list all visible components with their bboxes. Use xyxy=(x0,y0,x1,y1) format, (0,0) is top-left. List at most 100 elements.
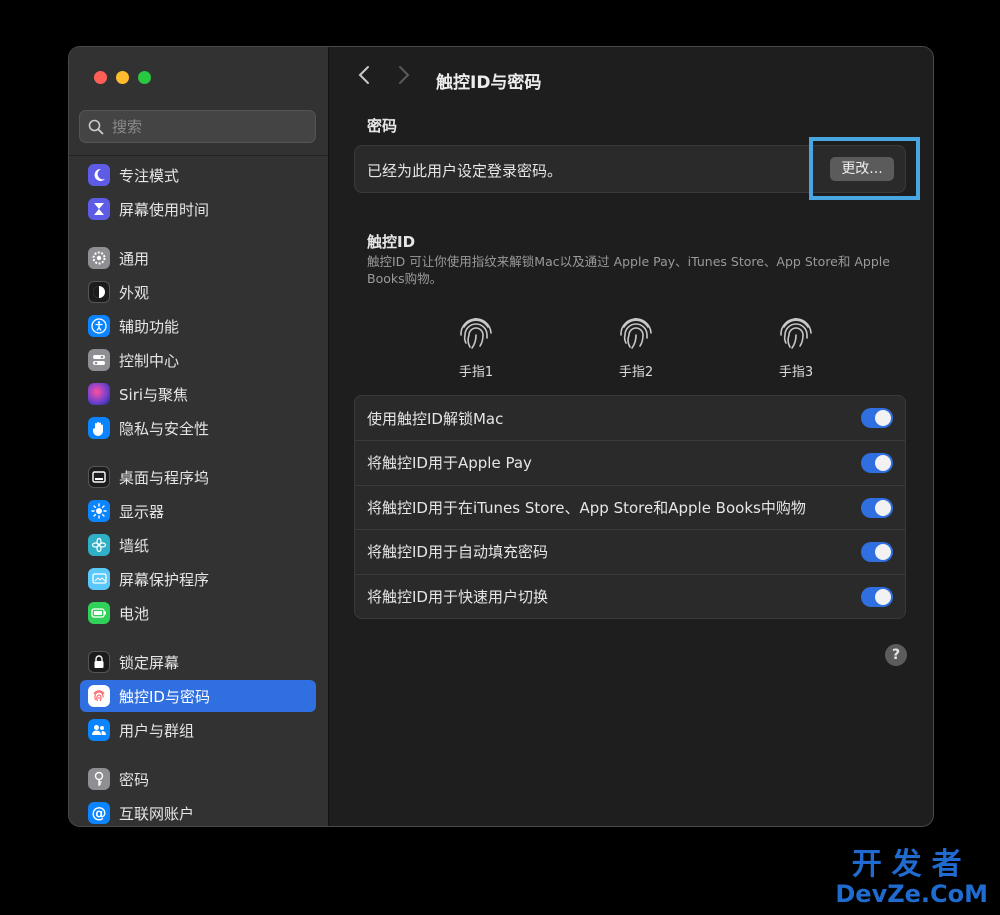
dock-icon xyxy=(88,466,110,488)
touchid-heading: 触控ID xyxy=(367,233,416,251)
annotation-highlight xyxy=(809,137,920,200)
sidebar-item-appearance[interactable]: 外观 xyxy=(80,276,316,308)
sidebar-item-desktop-dock[interactable]: 桌面与程序坞 xyxy=(80,461,316,493)
sidebar-item-label: 屏幕使用时间 xyxy=(119,200,210,219)
window-controls xyxy=(94,71,151,84)
sidebar-divider xyxy=(69,155,328,156)
toggle-row-store-purchases: 将触控ID用于在iTunes Store、App Store和Apple Boo… xyxy=(355,485,905,529)
siri-icon xyxy=(88,383,110,405)
sidebar-item-passwords[interactable]: 密码 xyxy=(80,763,316,795)
battery-icon xyxy=(88,602,110,624)
sidebar-item-label: 外观 xyxy=(119,283,150,302)
help-button[interactable]: ? xyxy=(885,644,907,666)
sidebar-item-screensaver[interactable]: 屏幕保护程序 xyxy=(80,563,316,595)
sidebar-item-label: 墙纸 xyxy=(119,536,150,555)
sidebar-item-label: 电池 xyxy=(119,604,150,623)
watermark-line1: 开发者 xyxy=(851,847,972,882)
search-box[interactable] xyxy=(79,110,316,143)
finger-1[interactable]: 手指1 xyxy=(436,313,516,380)
minimize-button[interactable] xyxy=(116,71,129,84)
screensaver-icon xyxy=(88,568,110,590)
sidebar: 专注模式 屏幕使用时间 通用 外观 辅助功能 控制中心 xyxy=(69,47,329,826)
forward-button[interactable] xyxy=(392,65,416,93)
toolbar: 触控ID与密码 xyxy=(329,65,933,95)
flower-icon xyxy=(88,534,110,556)
toggle-label: 将触控ID用于快速用户切换 xyxy=(367,588,548,606)
touchid-description: 触控ID 可让你使用指纹来解锁Mac以及通过 Apple Pay、iTunes … xyxy=(367,254,890,286)
toggle-row-fast-user-switch: 将触控ID用于快速用户切换 xyxy=(355,574,905,618)
sidebar-item-internet-accounts[interactable]: @ 互联网账户 xyxy=(80,797,316,826)
password-heading: 密码 xyxy=(367,117,398,135)
page-title: 触控ID与密码 xyxy=(436,73,542,93)
gear-icon xyxy=(88,247,110,269)
search-icon xyxy=(88,119,104,134)
at-icon: @ xyxy=(88,802,110,824)
sidebar-item-label: 隐私与安全性 xyxy=(119,419,210,438)
toggle-row-apple-pay: 将触控ID用于Apple Pay xyxy=(355,440,905,484)
fingerprint-icon xyxy=(88,685,110,707)
autofill-toggle[interactable] xyxy=(861,542,893,562)
hand-icon xyxy=(88,417,110,439)
sidebar-item-label: 锁定屏幕 xyxy=(119,653,180,672)
fast-user-switch-toggle[interactable] xyxy=(861,587,893,607)
sidebar-item-users-groups[interactable]: 用户与群组 xyxy=(80,714,316,746)
sidebar-item-accessibility[interactable]: 辅助功能 xyxy=(80,310,316,342)
sidebar-item-label: 互联网账户 xyxy=(119,804,195,823)
key-icon xyxy=(88,768,110,790)
sidebar-item-label: 辅助功能 xyxy=(119,317,180,336)
apple-pay-toggle[interactable] xyxy=(861,453,893,473)
sidebar-item-label: 专注模式 xyxy=(119,166,180,185)
sidebar-item-label: 显示器 xyxy=(119,502,165,521)
users-icon xyxy=(88,719,110,741)
sidebar-item-label: 通用 xyxy=(119,249,150,268)
sidebar-item-focus[interactable]: 专注模式 xyxy=(80,159,316,191)
sidebar-item-lock-screen[interactable]: 锁定屏幕 xyxy=(80,646,316,678)
fingerprint-icon xyxy=(620,318,652,349)
fingerprint-icon xyxy=(780,318,812,349)
sidebar-item-label: Siri与聚焦 xyxy=(119,385,189,404)
close-button[interactable] xyxy=(94,71,107,84)
toggle-label: 将触控ID用于在iTunes Store、App Store和Apple Boo… xyxy=(367,499,806,517)
store-purchases-toggle[interactable] xyxy=(861,498,893,518)
touchid-options: 使用触控ID解锁Mac 将触控ID用于Apple Pay 将触控ID用于在iTu… xyxy=(354,395,906,619)
search-input[interactable] xyxy=(110,116,294,137)
hourglass-icon xyxy=(88,198,110,220)
finger-2[interactable]: 手指2 xyxy=(596,313,676,380)
moon-icon xyxy=(88,164,110,186)
appearance-icon xyxy=(88,281,110,303)
sidebar-item-touch-id[interactable]: 触控ID与密码 xyxy=(80,680,316,712)
sidebar-item-displays[interactable]: 显示器 xyxy=(80,495,316,527)
toggle-row-unlock-mac: 使用触控ID解锁Mac xyxy=(355,396,905,440)
sidebar-item-label: 屏幕保护程序 xyxy=(119,570,210,589)
sidebar-item-label: 桌面与程序坞 xyxy=(119,468,210,487)
control-center-icon xyxy=(88,349,110,371)
back-button[interactable] xyxy=(352,65,376,93)
toggle-label: 将触控ID用于Apple Pay xyxy=(367,454,532,472)
unlock-mac-toggle[interactable] xyxy=(861,408,893,428)
finger-3[interactable]: 手指3 xyxy=(756,313,836,380)
sidebar-item-label: 用户与群组 xyxy=(119,721,195,740)
toggle-label: 使用触控ID解锁Mac xyxy=(367,409,504,428)
sidebar-item-label: 控制中心 xyxy=(119,351,180,370)
sidebar-item-label: 触控ID与密码 xyxy=(119,687,210,706)
sidebar-item-battery[interactable]: 电池 xyxy=(80,597,316,629)
sidebar-item-control-center[interactable]: 控制中心 xyxy=(80,344,316,376)
sidebar-item-general[interactable]: 通用 xyxy=(80,242,316,274)
sun-icon xyxy=(88,500,110,522)
password-status: 已经为此用户设定登录密码。 xyxy=(367,162,563,180)
chevron-right-icon xyxy=(399,66,410,84)
sidebar-item-screen-time[interactable]: 屏幕使用时间 xyxy=(80,193,316,225)
finger-label: 手指2 xyxy=(618,365,654,380)
lock-icon xyxy=(88,651,110,673)
chevron-left-icon xyxy=(358,66,369,84)
toggle-label: 将触控ID用于自动填充密码 xyxy=(367,543,548,561)
finger-label: 手指3 xyxy=(778,365,814,380)
toggle-row-autofill: 将触控ID用于自动填充密码 xyxy=(355,529,905,573)
sidebar-item-label: 密码 xyxy=(119,770,150,789)
watermark: 开发者 DevZe.CoM xyxy=(835,847,988,908)
settings-window: 专注模式 屏幕使用时间 通用 外观 辅助功能 控制中心 xyxy=(68,46,934,827)
zoom-button[interactable] xyxy=(138,71,151,84)
sidebar-item-wallpaper[interactable]: 墙纸 xyxy=(80,529,316,561)
sidebar-item-privacy[interactable]: 隐私与安全性 xyxy=(80,412,316,444)
sidebar-item-siri[interactable]: Siri与聚焦 xyxy=(80,378,316,410)
